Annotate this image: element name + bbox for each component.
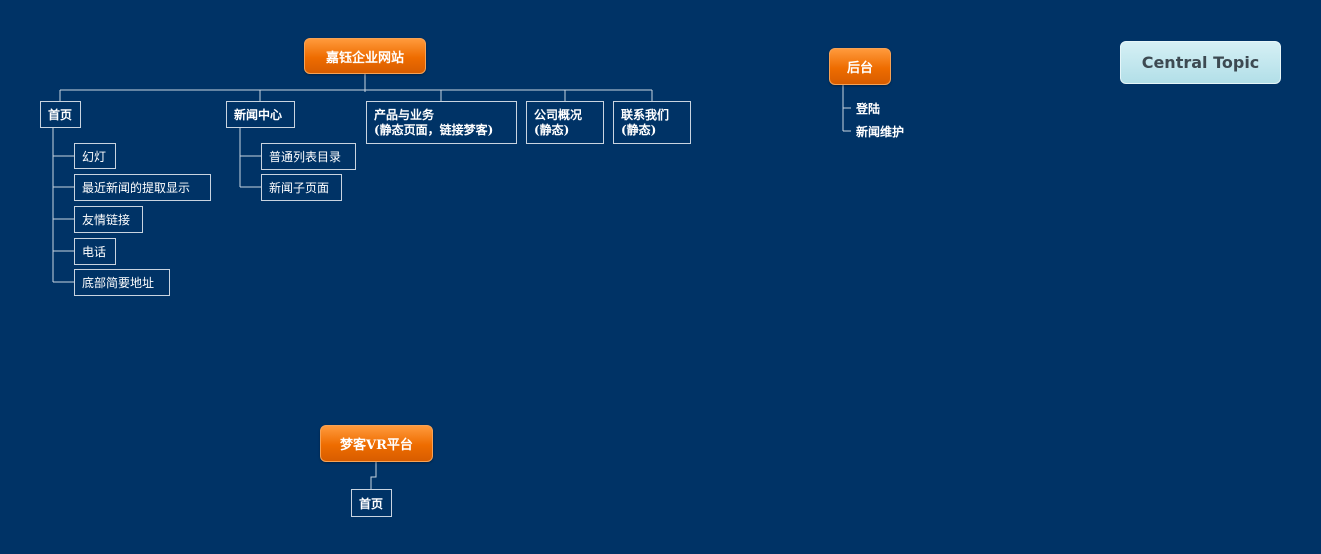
- connector-root-bus: [59, 74, 653, 101]
- node-contact-us[interactable]: 联系我们 (静态): [613, 101, 691, 144]
- node-company-overview[interactable]: 公司概况 (静态): [526, 101, 604, 144]
- connector-vr-child: [370, 462, 377, 489]
- node-backend-login[interactable]: 登陆: [856, 100, 880, 117]
- node-products[interactable]: 产品与业务 (静态页面，链接梦客): [366, 101, 517, 144]
- mind-map-canvas: 嘉钰企业网站 首页 新闻中心 产品与业务 (静态页面，链接梦客) 公司概况 (静…: [0, 0, 1321, 554]
- node-home[interactable]: 首页: [40, 101, 81, 128]
- node-contact-line2: (静态): [621, 122, 657, 137]
- node-company-line2: (静态): [534, 122, 570, 137]
- node-home-child-links[interactable]: 友情链接: [74, 206, 143, 233]
- node-products-line2: (静态页面，链接梦客): [374, 122, 494, 137]
- central-topic-node[interactable]: Central Topic: [1120, 41, 1281, 84]
- connector-backend-children: [842, 85, 851, 132]
- node-home-child-latest-news[interactable]: 最近新闻的提取显示: [74, 174, 211, 201]
- node-news-child-list[interactable]: 普通列表目录: [261, 143, 356, 170]
- main-root-node[interactable]: 嘉钰企业网站: [304, 38, 426, 74]
- node-vr-home[interactable]: 首页: [351, 489, 392, 517]
- node-home-child-slideshow[interactable]: 幻灯: [74, 143, 116, 169]
- node-news-child-subpage[interactable]: 新闻子页面: [261, 174, 342, 201]
- backend-root-node[interactable]: 后台: [829, 48, 891, 85]
- vr-platform-root-node[interactable]: 梦客VR平台: [320, 425, 433, 462]
- node-news-center[interactable]: 新闻中心: [226, 101, 295, 128]
- node-company-line1: 公司概况: [534, 107, 583, 122]
- node-home-child-address[interactable]: 底部简要地址: [74, 269, 170, 296]
- connector-home-children: [52, 127, 74, 283]
- node-products-line1: 产品与业务: [374, 107, 435, 122]
- connector-news-children: [239, 127, 261, 188]
- node-contact-line1: 联系我们: [621, 107, 670, 122]
- node-backend-news-maintenance[interactable]: 新闻维护: [856, 123, 904, 140]
- node-home-child-phone[interactable]: 电话: [74, 238, 116, 265]
